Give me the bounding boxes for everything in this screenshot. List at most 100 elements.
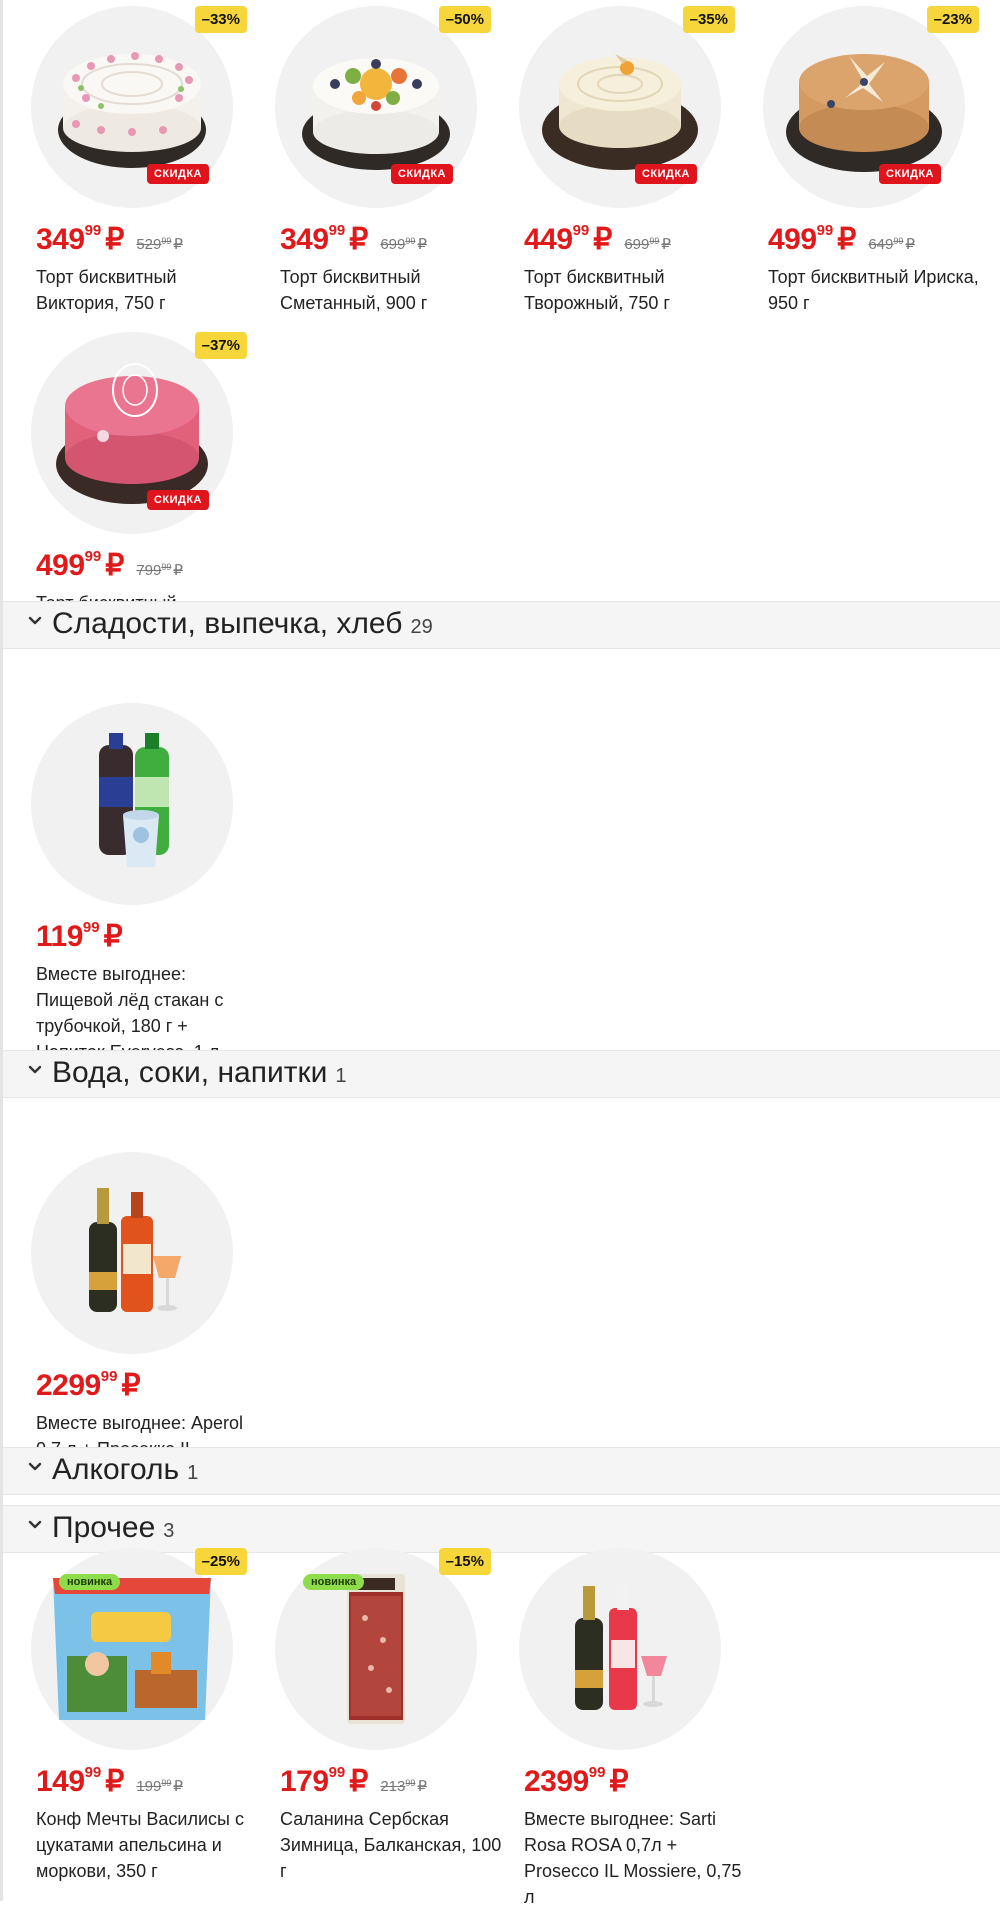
old-price-currency: ₽: [173, 1778, 183, 1795]
product-name[interactable]: Торт бисквитный Сметанный, 900 г: [280, 264, 505, 316]
product-image[interactable]: СКИДКА –35%: [519, 6, 735, 208]
price-kopecks: 99: [82, 919, 100, 936]
discount-badge: –33%: [194, 6, 247, 33]
price: 44999 ₽69999 ₽: [524, 222, 671, 258]
discount-badge: –50%: [438, 6, 491, 33]
old-price: 699: [380, 236, 406, 253]
price-kopecks: 99: [84, 222, 102, 239]
product-image[interactable]: новинка –25%: [31, 1548, 247, 1750]
price-kopecks: 99: [328, 1764, 346, 1781]
discount-badge: –15%: [438, 1548, 491, 1575]
ruble-sign: ₽: [837, 223, 857, 256]
old-price: 213: [380, 1778, 406, 1795]
drinks-bottles-image: [99, 733, 169, 867]
price-main: 449: [524, 223, 573, 256]
product-image[interactable]: СКИДКА –50%: [275, 6, 491, 208]
new-badge: новинка: [303, 1574, 365, 1590]
category-name: Вода, соки, напитки: [52, 1056, 328, 1089]
category-name: Прочее: [52, 1511, 156, 1544]
old-price-kopecks: 99: [161, 562, 172, 572]
old-price-kopecks: 99: [405, 1778, 416, 1788]
price-main: 499: [768, 223, 817, 256]
price-main: 349: [36, 223, 85, 256]
category-header-drinks[interactable]: Вода, соки, напитки 1: [3, 1050, 1000, 1098]
product-name[interactable]: Вместе выгоднее: Sarti Rosa ROSA 0,7л + …: [524, 1806, 749, 1910]
category-name: Алкоголь: [52, 1453, 180, 1486]
old-price: 699: [624, 236, 650, 253]
old-price-currency: ₽: [905, 236, 915, 253]
chevron-down-icon[interactable]: [28, 1063, 42, 1077]
ruble-sign: ₽: [121, 1369, 141, 1402]
sale-badge: СКИДКА: [390, 164, 453, 184]
old-price-kopecks: 99: [893, 236, 904, 246]
chevron-down-icon[interactable]: [28, 1518, 42, 1532]
price-main: 179: [280, 1765, 329, 1798]
chevron-down-icon[interactable]: [28, 614, 42, 628]
ruble-sign: ₽: [609, 1765, 629, 1798]
price-kopecks: 99: [84, 548, 102, 565]
ruble-sign: ₽: [349, 1765, 369, 1798]
price: 49999 ₽64999 ₽: [768, 222, 915, 258]
price: 34999 ₽52999 ₽: [36, 222, 183, 258]
left-border: [0, 0, 3, 1901]
ruble-sign: ₽: [349, 223, 369, 256]
new-badge: новинка: [59, 1574, 121, 1590]
product-name[interactable]: Торт бисквитный Виктория, 750 г: [36, 264, 261, 316]
old-price: 529: [136, 236, 162, 253]
price-kopecks: 99: [100, 1368, 118, 1385]
product-name[interactable]: Конф Мечты Василисы с цукатами апельсина…: [36, 1806, 261, 1884]
price-main: 2299: [36, 1369, 101, 1402]
category-count: 29: [410, 616, 433, 638]
old-price-currency: ₽: [661, 236, 671, 253]
price: 17999 ₽21399 ₽: [280, 1764, 427, 1800]
price-kopecks: 99: [816, 222, 834, 239]
product-image[interactable]: [31, 1152, 233, 1354]
category-count: 3: [163, 1520, 175, 1542]
ruble-sign: ₽: [103, 920, 123, 953]
price-main: 119: [36, 920, 83, 953]
old-price-currency: ₽: [173, 236, 183, 253]
sale-badge: СКИДКА: [878, 164, 941, 184]
product-image[interactable]: новинка –15%: [275, 1548, 491, 1750]
old-price-kopecks: 99: [405, 236, 416, 246]
ruble-sign: ₽: [105, 549, 125, 582]
ruble-sign: ₽: [105, 223, 125, 256]
price: 11999 ₽: [36, 919, 123, 955]
product-name[interactable]: Саланина Сербская Зимница, Балканская, 1…: [280, 1806, 505, 1884]
discount-badge: –35%: [682, 6, 735, 33]
old-price-kopecks: 99: [649, 236, 660, 246]
old-price-currency: ₽: [417, 1778, 427, 1795]
aperol-set-image: [89, 1188, 181, 1312]
category-header-other[interactable]: Прочее 3: [3, 1505, 1000, 1553]
product-image[interactable]: СКИДКА –37%: [31, 332, 247, 534]
chevron-down-icon[interactable]: [28, 1460, 42, 1474]
price-kopecks: 99: [328, 222, 346, 239]
price: 239999 ₽: [524, 1764, 629, 1800]
sale-badge: СКИДКА: [146, 164, 209, 184]
product-image[interactable]: [519, 1548, 721, 1750]
category-title: Прочее 3: [52, 1511, 174, 1545]
old-price-currency: ₽: [417, 236, 427, 253]
discount-badge: –37%: [194, 332, 247, 359]
sale-badge: СКИДКА: [146, 490, 209, 510]
sale-badge: СКИДКА: [634, 164, 697, 184]
price-kopecks: 99: [572, 222, 590, 239]
product-name[interactable]: Торт бисквитный Ириска, 950 г: [768, 264, 993, 316]
category-title: Алкоголь 1: [52, 1453, 198, 1487]
ruble-sign: ₽: [105, 1765, 125, 1798]
price: 34999 ₽69999 ₽: [280, 222, 427, 258]
product-image[interactable]: СКИДКА –33%: [31, 6, 247, 208]
price-main: 499: [36, 549, 85, 582]
product-image[interactable]: СКИДКА –23%: [763, 6, 979, 208]
category-count: 1: [187, 1462, 199, 1484]
category-title: Сладости, выпечка, хлеб 29: [52, 607, 433, 641]
price-main: 349: [280, 223, 329, 256]
price-kopecks: 99: [588, 1764, 606, 1781]
discount-badge: –25%: [194, 1548, 247, 1575]
price: 14999 ₽19999 ₽: [36, 1764, 183, 1800]
category-header-alcohol[interactable]: Алкоголь 1: [3, 1447, 1000, 1495]
ruble-sign: ₽: [593, 223, 613, 256]
product-name[interactable]: Торт бисквитный Творожный, 750 г: [524, 264, 749, 316]
category-header-sweets[interactable]: Сладости, выпечка, хлеб 29: [3, 601, 1000, 649]
product-image[interactable]: [31, 703, 233, 905]
